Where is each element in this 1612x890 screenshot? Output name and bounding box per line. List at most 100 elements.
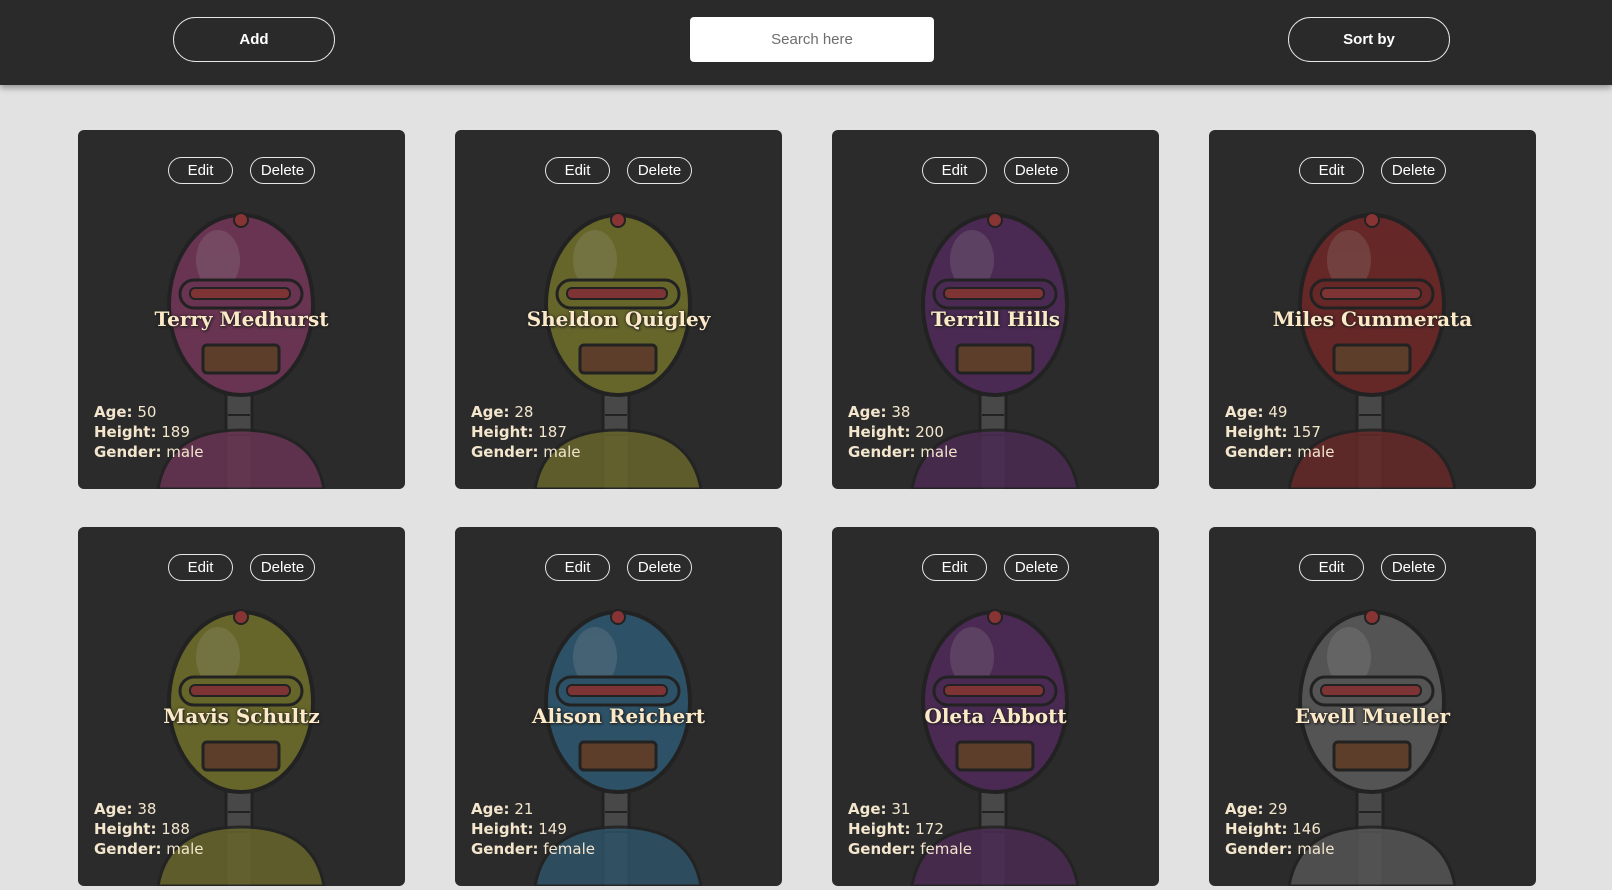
height-value: 149 — [538, 820, 567, 838]
age-row: Age: 31 — [848, 799, 972, 819]
card-actions: Edit Delete — [832, 157, 1159, 184]
age-row: Age: 29 — [1225, 799, 1334, 819]
age-row: Age: 38 — [848, 402, 957, 422]
age-row: Age: 49 — [1225, 402, 1334, 422]
gender-row: Gender: male — [1225, 442, 1334, 462]
age-label: Age: — [848, 403, 887, 421]
gender-row: Gender: female — [471, 839, 595, 859]
height-row: Height: 172 — [848, 819, 972, 839]
height-label: Height: — [1225, 820, 1288, 838]
robot-stats: Age: 29 Height: 146 Gender: male — [1225, 799, 1334, 859]
robot-name: Ewell Mueller — [1294, 704, 1451, 728]
gender-row: Gender: female — [848, 839, 972, 859]
age-label: Age: — [471, 800, 510, 818]
edit-button[interactable]: Edit — [922, 157, 987, 184]
robot-stats: Age: 49 Height: 157 Gender: male — [1225, 402, 1334, 462]
search-input[interactable] — [690, 17, 934, 62]
age-value: 38 — [137, 800, 157, 818]
delete-button[interactable]: Delete — [250, 554, 315, 581]
delete-button[interactable]: Delete — [1004, 554, 1069, 581]
age-row: Age: 38 — [94, 799, 203, 819]
edit-button[interactable]: Edit — [168, 554, 233, 581]
height-label: Height: — [471, 423, 534, 441]
age-row: Age: 50 — [94, 402, 203, 422]
age-value: 50 — [137, 403, 157, 421]
age-value: 49 — [1268, 403, 1288, 421]
gender-row: Gender: male — [1225, 839, 1334, 859]
delete-button[interactable]: Delete — [627, 554, 692, 581]
robot-name: Alison Reichert — [532, 704, 705, 728]
gender-label: Gender: — [471, 443, 539, 461]
height-value: 200 — [915, 423, 944, 441]
add-button[interactable]: Add — [173, 17, 335, 62]
card-actions: Edit Delete — [1209, 157, 1536, 184]
edit-button[interactable]: Edit — [1299, 554, 1364, 581]
robot-stats: Age: 31 Height: 172 Gender: female — [848, 799, 972, 859]
height-label: Height: — [1225, 423, 1288, 441]
delete-button[interactable]: Delete — [1381, 554, 1446, 581]
robot-stats: Age: 38 Height: 200 Gender: male — [848, 402, 957, 462]
age-label: Age: — [471, 403, 510, 421]
edit-button[interactable]: Edit — [545, 554, 610, 581]
gender-label: Gender: — [94, 443, 162, 461]
card-actions: Edit Delete — [78, 157, 405, 184]
age-value: 21 — [514, 800, 534, 818]
robot-card: Edit Delete Miles Cummerata Age: 49 Heig… — [1209, 130, 1536, 489]
delete-button[interactable]: Delete — [1004, 157, 1069, 184]
height-row: Height: 157 — [1225, 422, 1334, 442]
gender-row: Gender: male — [848, 442, 957, 462]
age-row: Age: 28 — [471, 402, 580, 422]
height-value: 157 — [1292, 423, 1321, 441]
gender-value: male — [543, 443, 581, 461]
height-value: 189 — [161, 423, 190, 441]
gender-row: Gender: male — [94, 839, 203, 859]
robot-name: Terrill Hills — [930, 307, 1061, 331]
gender-value: male — [166, 443, 204, 461]
card-actions: Edit Delete — [78, 554, 405, 581]
height-value: 187 — [538, 423, 567, 441]
robot-card: Edit Delete Oleta Abbott Age: 31 Height:… — [832, 527, 1159, 886]
robot-stats: Age: 28 Height: 187 Gender: male — [471, 402, 580, 462]
height-row: Height: 200 — [848, 422, 957, 442]
card-actions: Edit Delete — [832, 554, 1159, 581]
robot-card: Edit Delete Sheldon Quigley Age: 28 Heig… — [455, 130, 782, 489]
card-actions: Edit Delete — [455, 157, 782, 184]
card-actions: Edit Delete — [455, 554, 782, 581]
age-value: 38 — [891, 403, 911, 421]
sort-by-button[interactable]: Sort by — [1288, 17, 1450, 62]
gender-label: Gender: — [471, 840, 539, 858]
height-label: Height: — [94, 820, 157, 838]
gender-value: male — [920, 443, 958, 461]
gender-row: Gender: male — [471, 442, 580, 462]
gender-label: Gender: — [848, 840, 916, 858]
height-label: Height: — [848, 820, 911, 838]
robot-stats: Age: 21 Height: 149 Gender: female — [471, 799, 595, 859]
delete-button[interactable]: Delete — [250, 157, 315, 184]
height-row: Height: 189 — [94, 422, 203, 442]
age-value: 31 — [891, 800, 911, 818]
edit-button[interactable]: Edit — [545, 157, 610, 184]
robot-card: Edit Delete Mavis Schultz Age: 38 Height… — [78, 527, 405, 886]
top-bar: Add Sort by — [0, 0, 1612, 85]
gender-value: male — [166, 840, 204, 858]
height-row: Height: 149 — [471, 819, 595, 839]
age-value: 29 — [1268, 800, 1288, 818]
delete-button[interactable]: Delete — [1381, 157, 1446, 184]
robot-name: Oleta Abbott — [924, 704, 1067, 728]
delete-button[interactable]: Delete — [627, 157, 692, 184]
height-row: Height: 187 — [471, 422, 580, 442]
robot-name: Mavis Schultz — [163, 704, 320, 728]
gender-value: male — [1297, 443, 1335, 461]
robot-name: Sheldon Quigley — [526, 307, 711, 331]
edit-button[interactable]: Edit — [1299, 157, 1364, 184]
height-label: Height: — [471, 820, 534, 838]
age-label: Age: — [94, 403, 133, 421]
edit-button[interactable]: Edit — [922, 554, 987, 581]
height-value: 146 — [1292, 820, 1321, 838]
robot-card: Edit Delete Alison Reichert Age: 21 Heig… — [455, 527, 782, 886]
edit-button[interactable]: Edit — [168, 157, 233, 184]
age-row: Age: 21 — [471, 799, 595, 819]
robot-card: Edit Delete Ewell Mueller Age: 29 Height… — [1209, 527, 1536, 886]
robot-name: Miles Cummerata — [1272, 307, 1473, 331]
age-label: Age: — [94, 800, 133, 818]
